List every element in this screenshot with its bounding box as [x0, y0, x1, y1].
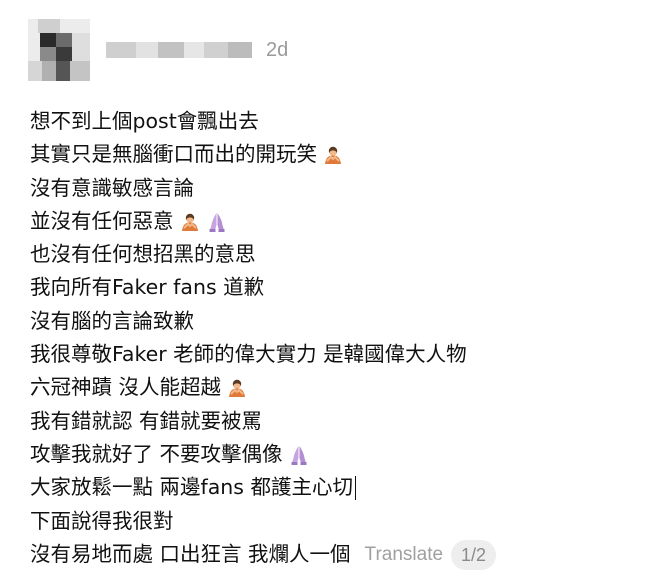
post-line: 六冠神蹟 沒人能超越	[30, 371, 630, 404]
folded-hands-emoji	[206, 211, 228, 233]
post-line: 沒有腦的言論致歉	[30, 305, 630, 338]
post-header: 2d	[28, 18, 288, 82]
post-line: 並沒有任何惡意	[30, 205, 630, 238]
post-line-text: 沒有意識敏感言論	[30, 175, 194, 200]
post-line-text: 六冠神蹟 沒人能超越	[30, 375, 222, 400]
post-line: 我很尊敬Faker 老師的偉大實力 是韓國偉大人物	[30, 338, 630, 371]
post-line-text: 我向所有Faker fans 道歉	[30, 275, 265, 300]
post-line-text: 沒有腦的言論致歉	[30, 308, 194, 333]
post-line: 也沒有任何想招黑的意思	[30, 238, 630, 271]
post-line-text: 想不到上個post會飄出去	[30, 109, 259, 133]
post-line: 大家放鬆一點 兩邊fans 都護主心切	[30, 471, 630, 504]
post-line-text: 我很尊敬Faker 老師的偉大實力 是韓國偉大人物	[30, 342, 467, 367]
person-bowing-emoji	[226, 377, 248, 399]
post-line: 想不到上個post會飄出去	[30, 105, 630, 138]
post-line: 攻擊我就好了 不要攻擊偶像	[30, 438, 630, 471]
avatar[interactable]	[28, 19, 90, 81]
post-line-text: 下面說得我很對	[30, 508, 174, 533]
post-line: 下面說得我很對	[30, 505, 630, 538]
username-blurred[interactable]	[106, 42, 252, 58]
post-line-text: 我有錯就認 有錯就要被罵	[30, 408, 263, 433]
post-line-text: 也沒有任何想招黑的意思	[30, 242, 256, 267]
threads-post: 2d 想不到上個post會飄出去其實只是無腦衝口而出的開玩笑 沒有意識敏感言論 並沒…	[0, 0, 648, 580]
post-line: 我向所有Faker fans 道歉	[30, 271, 630, 304]
post-line: 沒有意識敏感言論	[30, 172, 630, 205]
page-indicator[interactable]: 1/2	[451, 539, 497, 570]
post-line-text: 並沒有任何惡意	[30, 208, 174, 233]
post-line-text: 沒有易地而處 口出狂言 我爛人一個	[30, 541, 351, 566]
translate-link[interactable]: Translate	[365, 538, 444, 571]
post-line-text: 其實只是無腦衝口而出的開玩笑	[30, 142, 317, 167]
post-line-text: 攻擊我就好了 不要攻擊偶像	[30, 441, 283, 466]
person-bowing-emoji	[179, 211, 201, 233]
folded-hands-emoji	[288, 444, 310, 466]
post-line-text: 大家放鬆一點 兩邊fans 都護主心切	[30, 475, 353, 500]
post-line: 我有錯就認 有錯就要被罵	[30, 405, 630, 438]
person-bowing-emoji	[322, 144, 344, 166]
text-cursor	[354, 475, 357, 500]
post-line: 沒有易地而處 口出狂言 我爛人一個 Translate 1/2	[30, 538, 630, 571]
post-body: 想不到上個post會飄出去其實只是無腦衝口而出的開玩笑 沒有意識敏感言論 並沒有任何…	[30, 105, 630, 571]
post-line: 其實只是無腦衝口而出的開玩笑	[30, 138, 630, 171]
post-time: 2d	[266, 38, 289, 61]
